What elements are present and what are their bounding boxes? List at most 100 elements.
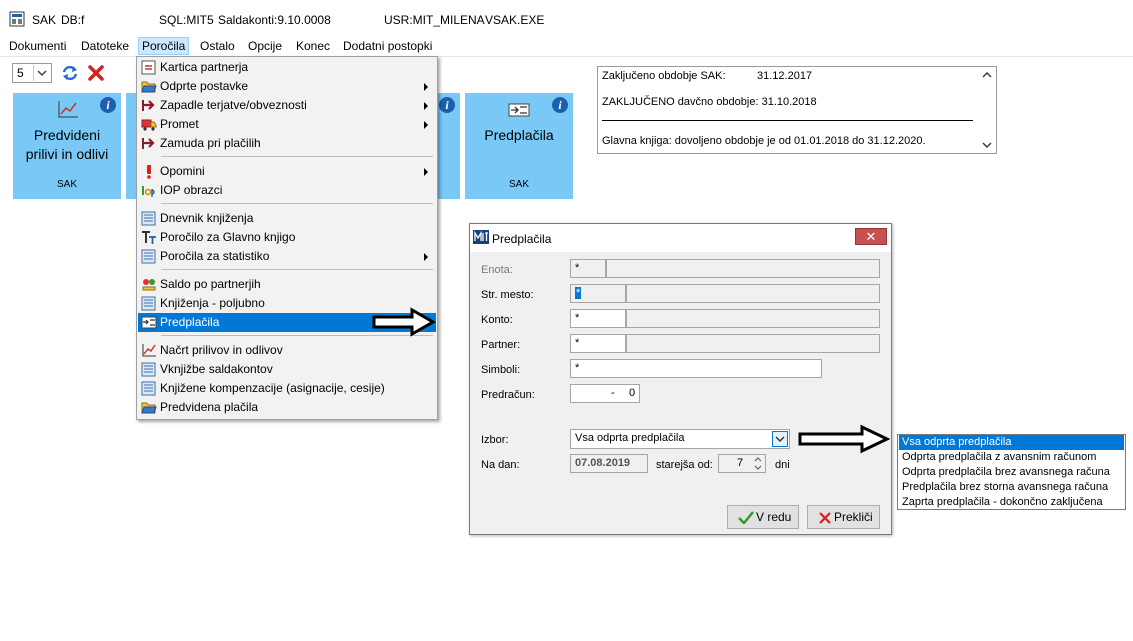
tile-label: Predplačila	[484, 127, 554, 143]
predracun-input[interactable]: - 0	[570, 384, 640, 403]
konto-name-field	[626, 309, 880, 328]
cancel-button[interactable]: Prekliči	[807, 505, 880, 529]
tile-predplacila[interactable]: i Predplačila SAK	[465, 93, 573, 199]
starejsa-stepper[interactable]: 7	[718, 454, 766, 473]
izbor-option-vsa-odprta[interactable]: Vsa odprta predplačila	[899, 435, 1124, 450]
menu-item-knjizene-kompenzacije[interactable]: Knjižene kompenzacije (asignacije, cesij…	[138, 379, 436, 398]
izbor-option-z-avansnim[interactable]: Odprta predplačila z avansnim računom	[899, 450, 1124, 465]
partner-label: Partner:	[481, 339, 521, 351]
info-icon[interactable]: i	[100, 97, 116, 113]
menu-item-promet[interactable]: Promet	[138, 115, 436, 134]
closed-period-label: Zaključeno obdobje SAK:	[602, 70, 726, 82]
submenu-arrow-icon	[424, 168, 428, 176]
chevron-down-icon[interactable]	[982, 141, 992, 149]
menu-item-saldo-po-partnerjih[interactable]: Saldo po partnerjih	[138, 275, 436, 294]
tile-predvideni-prilivi[interactable]: i Predvideni prilivi in odlivi SAK	[13, 93, 121, 199]
enota-name-field	[606, 259, 880, 278]
exe-label: VSAK.EXE	[485, 13, 545, 27]
menu-item-iop-obrazci[interactable]: IOP obrazci	[138, 181, 436, 200]
list-icon	[141, 211, 156, 226]
menu-item-kartica-partnerja[interactable]: Kartica partnerja	[138, 58, 436, 77]
izbor-option-brez-avansnega[interactable]: Odprta predplačila brez avansnega računa	[899, 465, 1124, 480]
menu-item-odprte-postavke[interactable]: Odprte postavke	[138, 77, 436, 96]
menu-datoteke[interactable]: Datoteke	[78, 38, 132, 54]
simboli-label: Simboli:	[481, 364, 521, 376]
dialog-title: Predplačila	[492, 232, 552, 246]
info-box: Zaključeno obdobje SAK: 31.12.2017 ZAKLJ…	[597, 66, 997, 154]
predracun-label: Predračun:	[481, 389, 535, 401]
partner-name-field	[626, 334, 880, 353]
info-icon[interactable]: i	[439, 97, 455, 113]
arrow-right-icon	[142, 138, 155, 149]
str-mesto-value: *	[575, 287, 582, 299]
menu-item-opomini[interactable]: Opomini	[138, 162, 436, 181]
str-mesto-name-field	[626, 284, 880, 303]
konto-input[interactable]: *	[570, 309, 626, 328]
izbor-option-brez-storna[interactable]: Predplačila brez storna avansnega računa	[899, 480, 1124, 495]
izbor-option-zaprta[interactable]: Zaprta predplačila - dokončno zaključena	[899, 495, 1124, 510]
predracun-number: 0	[629, 387, 636, 399]
menu-item-nacrt-prilivov[interactable]: Načrt prilivov in odlivov	[138, 341, 436, 360]
close-icon[interactable]	[87, 64, 105, 82]
info-icon[interactable]: i	[552, 97, 568, 113]
annotation-arrow-icon	[798, 424, 890, 454]
menu-bar: Dokumenti Datoteke Poročila Ostalo Opcij…	[0, 36, 1133, 57]
chevron-down-icon[interactable]	[772, 431, 788, 447]
menu-konec[interactable]: Konec	[293, 38, 333, 54]
menu-item-porocila-za-statistiko[interactable]: Poročila za statistiko	[138, 247, 436, 266]
sql-label: SQL:MIT5	[159, 13, 214, 27]
ok-button[interactable]: V redu	[727, 505, 799, 529]
page-select[interactable]: 5	[12, 63, 52, 83]
menu-item-dnevnik-knjizenja[interactable]: Dnevnik knjiženja	[138, 209, 436, 228]
tile-partial[interactable]	[126, 93, 136, 199]
menu-item-zamuda-pri-placilih[interactable]: Zamuda pri plačilih	[138, 134, 436, 153]
text-icon	[142, 231, 156, 244]
menu-item-zapadle-terjatve[interactable]: Zapadle terjatve/obveznosti	[138, 96, 436, 115]
tile-sub: SAK	[56, 179, 77, 190]
menu-dokumenti[interactable]: Dokumenti	[6, 38, 69, 54]
izbor-select[interactable]: Vsa odprta predplačila	[570, 429, 790, 449]
na-dan-input[interactable]: 07.08.2019	[570, 454, 648, 473]
refresh-icon[interactable]	[61, 64, 79, 82]
na-dan-label: Na dan:	[481, 459, 520, 471]
checkmark-icon	[738, 511, 754, 524]
chevron-down-icon[interactable]	[33, 65, 50, 81]
submenu-arrow-icon	[424, 253, 428, 261]
menu-separator	[161, 203, 433, 204]
simboli-input[interactable]: *	[570, 359, 822, 378]
balance-icon	[142, 279, 156, 291]
menu-item-predvidena-placila[interactable]: Predvidena plačila	[138, 398, 436, 417]
iop-icon	[142, 186, 155, 197]
truck-icon	[141, 119, 157, 131]
menu-item-vknjizbe-saldakontov[interactable]: Vknjižbe saldakontov	[138, 360, 436, 379]
dialog-close-button[interactable]: ✕	[855, 228, 887, 245]
tile-sub: SAK	[508, 179, 529, 190]
predracun-separator: -	[611, 387, 615, 399]
list-icon	[141, 381, 156, 396]
list-icon	[141, 249, 156, 264]
menu-porocila[interactable]: Poročila	[138, 37, 190, 55]
izbor-value: Vsa odprta predplačila	[575, 432, 685, 444]
str-mesto-input[interactable]: *	[570, 284, 626, 303]
submenu-arrow-icon	[424, 121, 428, 129]
enota-input[interactable]: *	[570, 259, 606, 278]
enota-label: Enota:	[481, 264, 513, 276]
menu-dodatni-postopki[interactable]: Dodatni postopki	[340, 38, 435, 54]
starejsa-label: starejša od:	[656, 459, 713, 471]
starejsa-value: 7	[737, 457, 744, 469]
dialog-title-bar: Predplačila ✕	[470, 224, 891, 252]
divider	[602, 120, 973, 121]
chevron-up-icon[interactable]	[982, 71, 992, 79]
version-label: Saldakonti:9.10.0008	[218, 13, 331, 27]
info-scrollbar[interactable]	[979, 67, 996, 153]
list-icon	[141, 362, 156, 377]
menu-item-porocilo-glavno-knjigo[interactable]: Poročilo za Glavno knjigo	[138, 228, 436, 247]
tax-period-line: ZAKLJUČENO davčno obdobje: 31.10.2018	[602, 96, 817, 108]
stepper-arrows-icon[interactable]	[752, 456, 764, 471]
menu-opcije[interactable]: Opcije	[245, 38, 285, 54]
open-folder-icon	[141, 402, 157, 414]
page-select-value: 5	[17, 66, 24, 80]
menu-ostalo[interactable]: Ostalo	[197, 38, 238, 54]
tile-hidden[interactable]: i	[438, 93, 460, 199]
partner-input[interactable]: *	[570, 334, 626, 353]
